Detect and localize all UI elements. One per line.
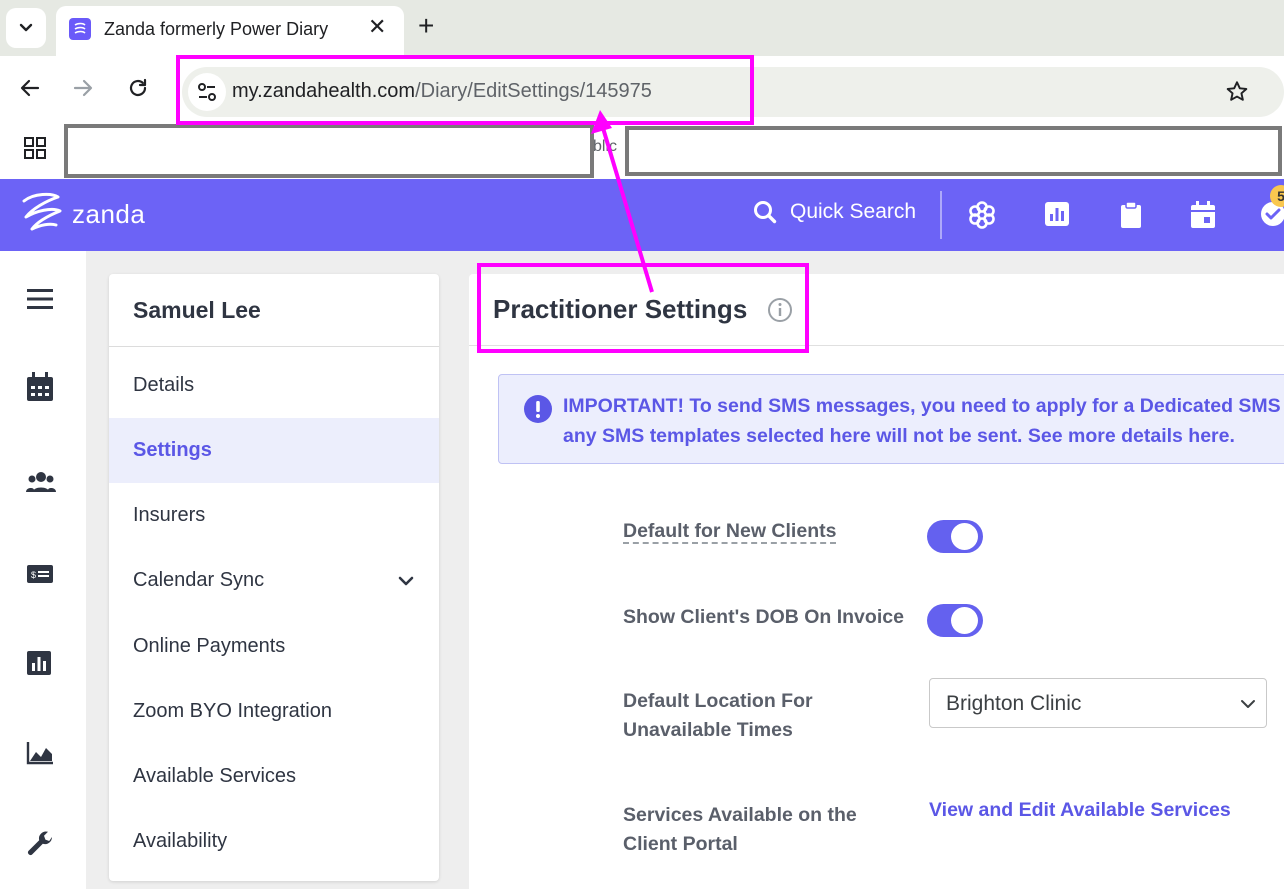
default-location-select[interactable]: Brighton Clinic bbox=[929, 678, 1267, 728]
show-dob-toggle[interactable] bbox=[927, 604, 983, 637]
chevron-down-icon[interactable] bbox=[397, 572, 415, 590]
sidebar-item-label: Settings bbox=[133, 439, 212, 461]
redacted-bookmarks-left bbox=[64, 124, 594, 178]
app-header: zanda Quick Search 5 bbox=[0, 179, 1284, 251]
flower-icon[interactable] bbox=[968, 201, 996, 229]
services-portal-label: Services Available on the Client Portal bbox=[623, 801, 857, 859]
exclamation-icon bbox=[524, 395, 552, 423]
default-new-clients-toggle[interactable] bbox=[927, 520, 983, 553]
bookmark-star-icon[interactable] bbox=[1224, 79, 1250, 105]
label-text: Default for New Clients bbox=[623, 520, 837, 544]
chevron-down-icon bbox=[19, 23, 33, 32]
reload-icon[interactable] bbox=[126, 76, 150, 100]
back-arrow-icon[interactable] bbox=[18, 76, 42, 100]
chevron-down-icon bbox=[1241, 700, 1255, 708]
forward-arrow-icon[interactable] bbox=[71, 76, 95, 100]
sidebar-item-available-services[interactable]: Available Services bbox=[109, 744, 439, 809]
quick-search-button[interactable]: Quick Search bbox=[752, 199, 916, 225]
zanda-favicon-icon bbox=[69, 18, 91, 40]
label-line-1: Services Available on the bbox=[623, 804, 857, 826]
close-tab-icon[interactable]: ✕ bbox=[368, 16, 386, 38]
sidebar-item-label: Zoom BYO Integration bbox=[133, 700, 332, 722]
browser-tab[interactable]: Zanda formerly Power Diary ✕ bbox=[56, 6, 404, 56]
sidebar-item-zoom-byo[interactable]: Zoom BYO Integration bbox=[109, 679, 439, 744]
sms-alert-banner: IMPORTANT! To send SMS messages, you nee… bbox=[498, 374, 1284, 464]
zanda-logo[interactable]: zanda bbox=[18, 191, 145, 237]
sidebar-item-availability[interactable]: Availability bbox=[109, 809, 439, 874]
title-highlight-box bbox=[477, 263, 809, 353]
label-line-2: Unavailable Times bbox=[623, 719, 793, 741]
clients-group-icon[interactable] bbox=[26, 471, 56, 493]
new-tab-icon[interactable]: + bbox=[418, 12, 434, 40]
url-highlight-box bbox=[176, 55, 754, 125]
area-chart-icon[interactable] bbox=[26, 741, 54, 765]
browser-tab-strip: Zanda formerly Power Diary ✕ + bbox=[0, 0, 1284, 56]
quick-search-label: Quick Search bbox=[790, 200, 917, 223]
redacted-bookmarks-right bbox=[625, 126, 1282, 176]
sidebar-item-insurers[interactable]: Insurers bbox=[109, 483, 439, 548]
sidebar-item-calendar-sync[interactable]: Calendar Sync bbox=[109, 548, 439, 613]
bookmark-fragment: blic bbox=[593, 138, 618, 155]
sidebar-item-settings[interactable]: Settings bbox=[109, 418, 439, 483]
search-icon bbox=[754, 201, 777, 224]
alert-line-2: any SMS templates selected here will not… bbox=[563, 425, 1235, 447]
svg-text:$: $ bbox=[31, 570, 36, 580]
default-new-clients-label: Default for New Clients bbox=[623, 517, 837, 546]
header-divider bbox=[940, 191, 942, 239]
sidebar-item-label: Availability bbox=[133, 830, 228, 852]
select-value: Brighton Clinic bbox=[946, 692, 1082, 715]
tab-title: Zanda formerly Power Diary bbox=[104, 19, 329, 39]
label-line-2: Client Portal bbox=[623, 833, 738, 855]
tab-search-button[interactable] bbox=[6, 8, 46, 48]
hamburger-menu-icon[interactable] bbox=[26, 287, 54, 311]
practitioner-sidebar: Samuel Lee Details Settings Insurers Cal… bbox=[109, 274, 439, 881]
clipboard-icon[interactable] bbox=[1120, 201, 1142, 229]
sidebar-item-details[interactable]: Details bbox=[109, 353, 439, 418]
calendar-icon[interactable] bbox=[1190, 201, 1216, 229]
sidebar-item-label: Details bbox=[133, 374, 195, 396]
toggle-knob bbox=[951, 607, 978, 634]
show-dob-label: Show Client's DOB On Invoice bbox=[623, 606, 904, 628]
alert-message[interactable]: IMPORTANT! To send SMS messages, you nee… bbox=[563, 391, 1284, 451]
left-nav-rail: $ bbox=[0, 251, 86, 889]
sidebar-divider bbox=[109, 346, 439, 347]
toggle-knob bbox=[951, 523, 978, 550]
alert-line-1: IMPORTANT! To send SMS messages, you nee… bbox=[563, 395, 1281, 417]
sidebar-item-label: Online Payments bbox=[133, 635, 286, 657]
reports-chart-icon[interactable] bbox=[26, 650, 52, 676]
settings-panel: Practitioner Settings IMPORTANT! To send… bbox=[469, 274, 1284, 889]
reports-chart-icon[interactable] bbox=[1044, 201, 1070, 227]
practitioner-name: Samuel Lee bbox=[133, 297, 261, 323]
sidebar-item-label: Calendar Sync bbox=[133, 569, 265, 591]
logo-text: zanda bbox=[72, 198, 146, 229]
default-location-label: Default Location For Unavailable Times bbox=[623, 687, 813, 745]
apps-grid-icon[interactable] bbox=[24, 137, 46, 159]
sidebar-item-online-payments[interactable]: Online Payments bbox=[109, 614, 439, 679]
billing-icon[interactable]: $ bbox=[26, 563, 54, 585]
sidebar-item-label: Insurers bbox=[133, 504, 206, 526]
sidebar-item-label: Available Services bbox=[133, 765, 297, 787]
bookmarks-bar: blic bbox=[0, 124, 1284, 179]
wrench-settings-icon[interactable] bbox=[26, 831, 54, 859]
calendar-icon[interactable] bbox=[26, 372, 54, 402]
label-line-1: Default Location For bbox=[623, 690, 813, 712]
zanda-logo-icon bbox=[22, 192, 62, 231]
view-edit-services-link[interactable]: View and Edit Available Services bbox=[929, 799, 1231, 822]
